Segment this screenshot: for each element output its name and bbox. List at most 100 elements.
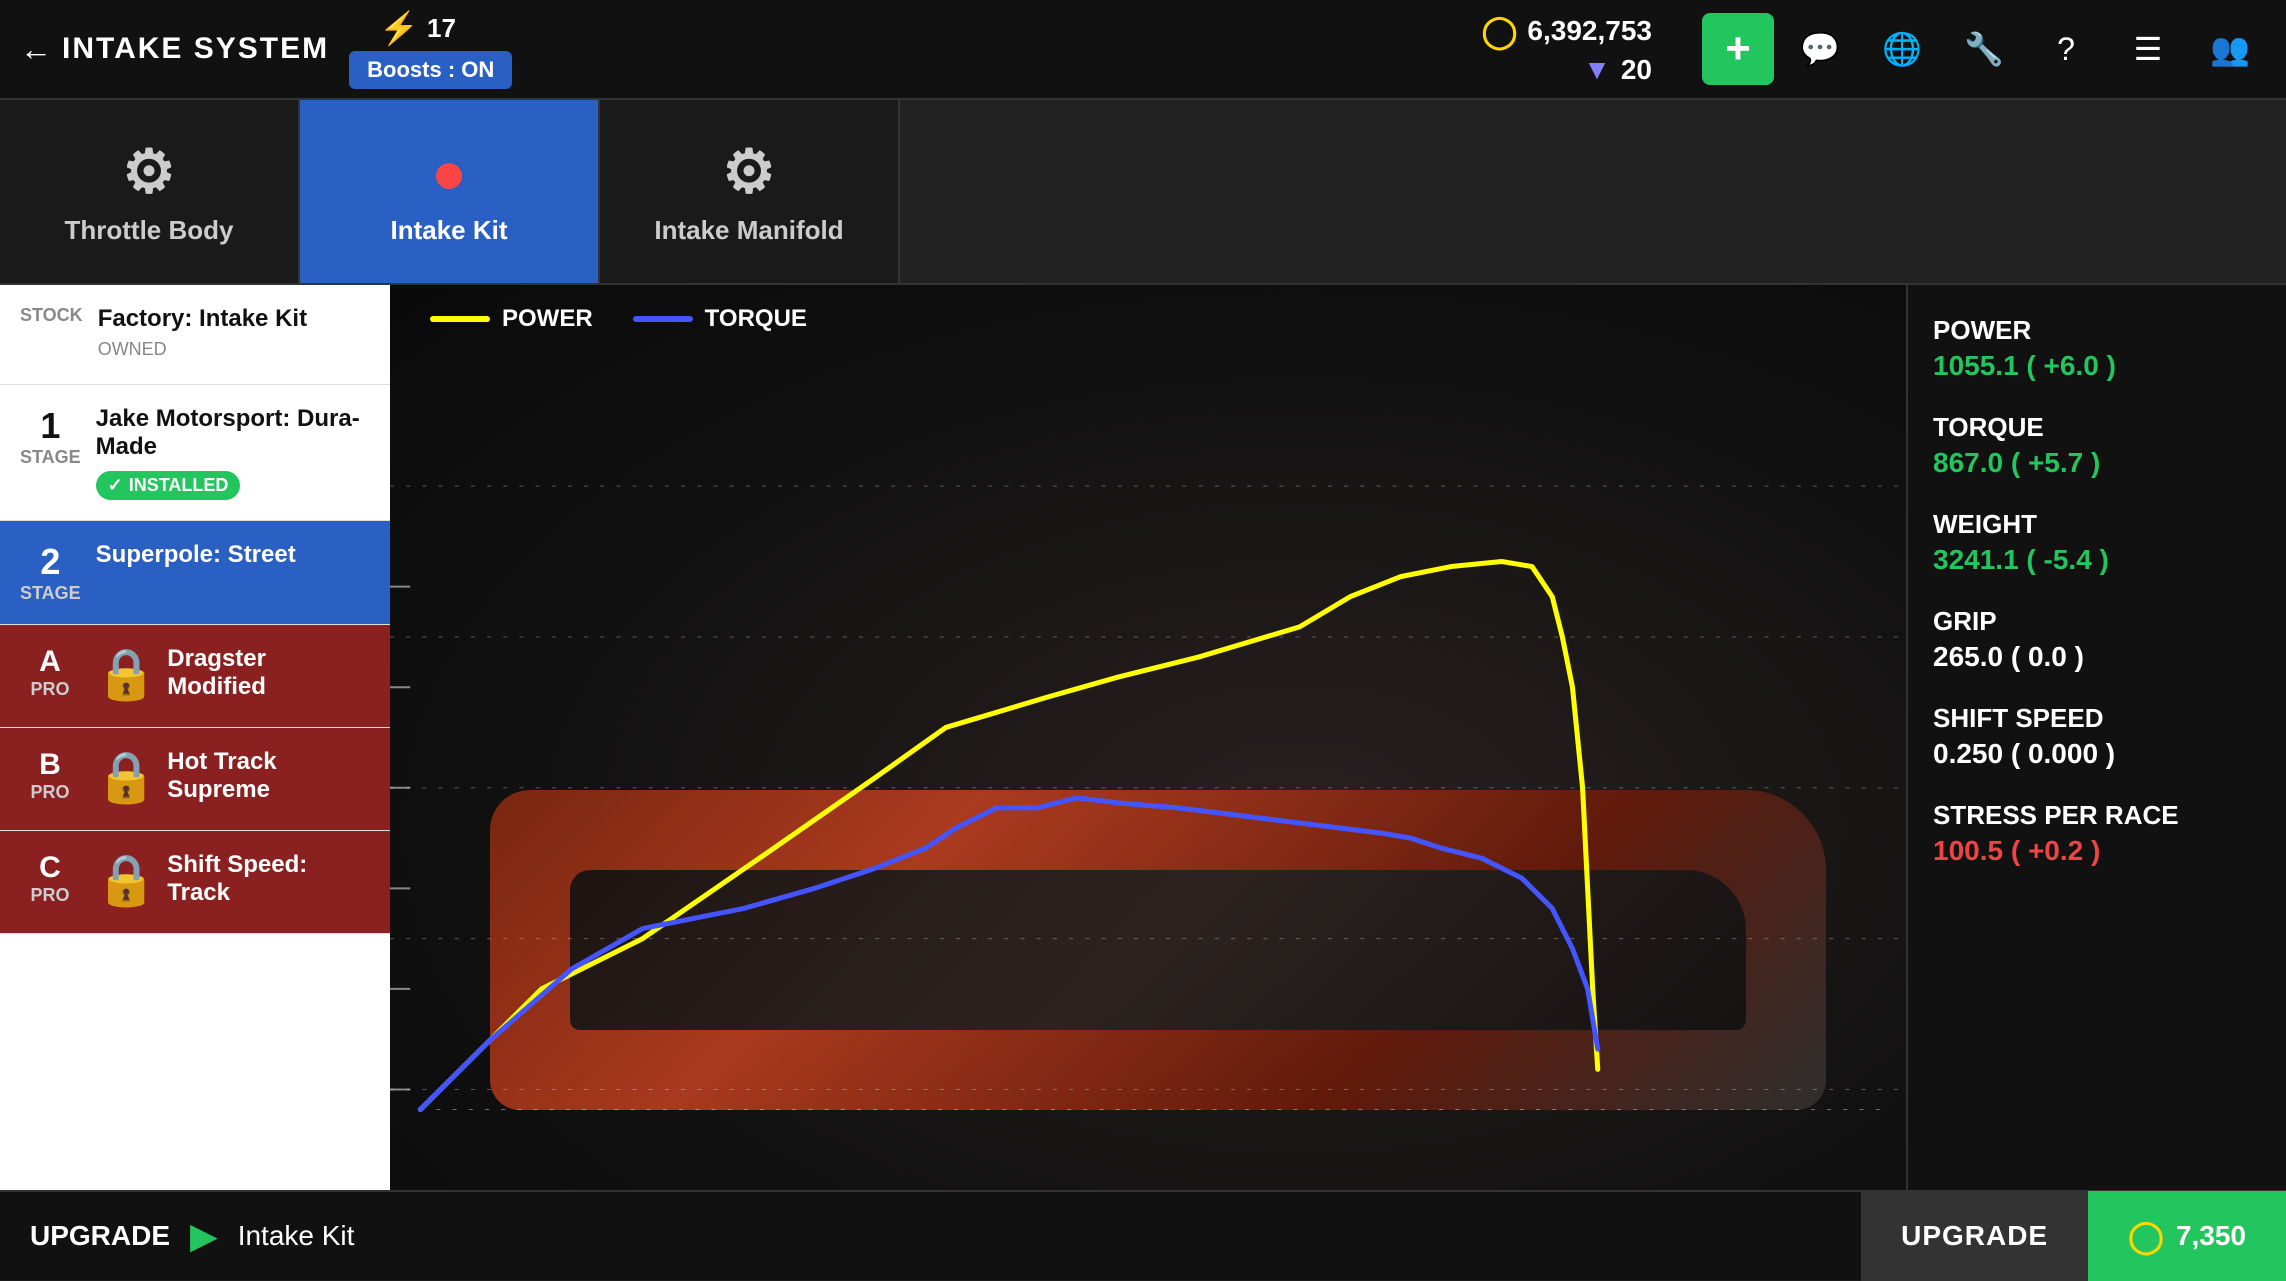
- torque-line-legend: [633, 316, 693, 322]
- throttle-body-label: Throttle Body: [65, 215, 234, 246]
- top-icons: + 💬 🌐 🔧 ? ☰ 👥: [1702, 13, 2266, 85]
- gem-row: ▼ 20: [1583, 54, 1652, 86]
- chat-button[interactable]: 💬: [1784, 13, 1856, 85]
- lightning-icon: ⚡: [379, 9, 419, 47]
- item-info-stage2: Superpole: Street: [96, 541, 370, 575]
- coin-amount: 6,392,753: [1527, 15, 1652, 47]
- back-arrow-icon: ←: [20, 31, 52, 68]
- torque-label: TORQUE: [705, 305, 807, 333]
- stage-badge-1: 1 STAGE: [20, 405, 81, 468]
- stat-weight: WEIGHT 3241.1 ( -5.4 ): [1933, 509, 2261, 576]
- part-tabs: ⚙ Throttle Body ● Intake Kit ⚙ Intake Ma…: [0, 100, 2286, 285]
- bottom-right: UPGRADE ◯ 7,350: [1861, 1191, 2286, 1281]
- main-content: STOCK Factory: Intake Kit OWNED 1 STAGE …: [0, 285, 2286, 1190]
- coin-row: ◯ 6,392,753: [1482, 12, 1652, 50]
- stat-torque-label: TORQUE: [1933, 412, 2261, 443]
- add-button[interactable]: +: [1702, 13, 1774, 85]
- question-button[interactable]: ?: [2030, 13, 2102, 85]
- intake-kit-label: Intake Kit: [390, 215, 507, 246]
- upgrade-item-pro-b[interactable]: B PRO 🔒 Hot Track Supreme: [0, 728, 390, 831]
- throttle-body-icon: ⚙: [122, 137, 176, 207]
- stage-badge-2: 2 STAGE: [20, 541, 81, 604]
- wrench-button[interactable]: 🔧: [1948, 13, 2020, 85]
- item-name-stage2: Superpole: Street: [96, 541, 370, 569]
- legend-power: POWER: [430, 305, 593, 333]
- menu-button[interactable]: ☰: [2112, 13, 2184, 85]
- currency-area: ◯ 6,392,753 ▼ 20: [1482, 12, 1652, 86]
- cost-button[interactable]: ◯ 7,350: [2088, 1191, 2286, 1281]
- left-panel: STOCK Factory: Intake Kit OWNED 1 STAGE …: [0, 285, 390, 1190]
- tab-throttle-body[interactable]: ⚙ Throttle Body: [0, 100, 300, 283]
- stat-stress-label: STRESS PER RACE: [1933, 800, 2261, 831]
- power-line-legend: [430, 316, 490, 322]
- lock-icon-c: 🔒: [95, 851, 157, 910]
- lightning-count: 17: [427, 13, 456, 44]
- upgrade-item-stock[interactable]: STOCK Factory: Intake Kit OWNED: [0, 285, 390, 385]
- globe-button[interactable]: 🌐: [1866, 13, 1938, 85]
- tab-intake-manifold[interactable]: ⚙ Intake Manifold: [600, 100, 900, 283]
- stat-grip-label: GRIP: [1933, 606, 2261, 637]
- stat-stress-value: 100.5 ( +0.2 ): [1933, 835, 2261, 867]
- item-name-stage1: Jake Motorsport: Dura-Made: [96, 405, 370, 461]
- stage-badge-a: A PRO: [20, 645, 80, 700]
- stat-weight-value: 3241.1 ( -5.4 ): [1933, 544, 2261, 576]
- stat-stress: STRESS PER RACE 100.5 ( +0.2 ): [1933, 800, 2261, 867]
- graph-legend: POWER TORQUE: [430, 305, 807, 333]
- intake-manifold-icon: ⚙: [722, 137, 776, 207]
- coin-icon: ◯: [1482, 12, 1518, 50]
- stage-badge-c: C PRO: [20, 851, 80, 906]
- gem-amount: 20: [1621, 54, 1652, 86]
- check-icon: ✓: [108, 475, 123, 496]
- stat-power: POWER 1055.1 ( +6.0 ): [1933, 315, 2261, 382]
- stat-power-value: 1055.1 ( +6.0 ): [1933, 350, 2261, 382]
- upgrade-item-pro-a[interactable]: A PRO 🔒 Dragster Modified: [0, 625, 390, 728]
- upgrade-item-label: Intake Kit: [238, 1220, 355, 1252]
- cost-amount: 7,350: [2176, 1220, 2246, 1252]
- gem-icon: ▼: [1583, 54, 1611, 86]
- boost-badge[interactable]: Boosts : ON: [349, 51, 512, 89]
- item-info-pro-c: Shift Speed: Track: [167, 851, 370, 913]
- back-button[interactable]: ← INTAKE SYSTEM: [20, 31, 329, 68]
- legend-torque: TORQUE: [633, 305, 807, 333]
- stage-badge-stock: STOCK: [20, 305, 83, 326]
- installed-badge: ✓ INSTALLED: [96, 471, 241, 500]
- cost-coin-icon: ◯: [2128, 1217, 2164, 1255]
- upgrade-item-pro-c[interactable]: C PRO 🔒 Shift Speed: Track: [0, 831, 390, 934]
- right-panel: POWER 1055.1 ( +6.0 ) TORQUE 867.0 ( +5.…: [1906, 285, 2286, 1190]
- stat-power-label: POWER: [1933, 315, 2261, 346]
- item-info-pro-b: Hot Track Supreme: [167, 748, 370, 810]
- item-info-pro-a: Dragster Modified: [167, 645, 370, 707]
- stage-badge-b: B PRO: [20, 748, 80, 803]
- center-panel: POWER TORQUE: [390, 285, 1906, 1190]
- stat-torque-value: 867.0 ( +5.7 ): [1933, 447, 2261, 479]
- upgrade-button[interactable]: UPGRADE: [1861, 1191, 2088, 1281]
- stat-weight-label: WEIGHT: [1933, 509, 2261, 540]
- stat-torque: TORQUE 867.0 ( +5.7 ): [1933, 412, 2261, 479]
- stat-shift-speed-label: SHIFT SPEED: [1933, 703, 2261, 734]
- item-info-stage1: Jake Motorsport: Dura-Made ✓ INSTALLED: [96, 405, 370, 500]
- item-info-stock: Factory: Intake Kit OWNED: [98, 305, 370, 360]
- top-bar: ← INTAKE SYSTEM ⚡ 17 Boosts : ON ◯ 6,392…: [0, 0, 2286, 100]
- stat-grip: GRIP 265.0 ( 0.0 ): [1933, 606, 2261, 673]
- intake-manifold-label: Intake Manifold: [654, 215, 843, 246]
- lightning-badge: ⚡ 17: [379, 9, 456, 47]
- intake-kit-icon: ●: [431, 138, 467, 207]
- item-name-stock: Factory: Intake Kit: [98, 305, 370, 333]
- tab-intake-kit[interactable]: ● Intake Kit: [300, 100, 600, 283]
- stat-shift-speed: SHIFT SPEED 0.250 ( 0.000 ): [1933, 703, 2261, 770]
- item-name-pro-c: Shift Speed: Track: [167, 851, 370, 907]
- people-button[interactable]: 👥: [2194, 13, 2266, 85]
- upgrade-label: UPGRADE: [30, 1220, 170, 1252]
- graph-svg: [390, 285, 1906, 1190]
- lock-icon-b: 🔒: [95, 748, 157, 807]
- lock-icon-a: 🔒: [95, 645, 157, 704]
- upgrade-item-stage2[interactable]: 2 STAGE Superpole: Street: [0, 521, 390, 625]
- owned-badge: OWNED: [98, 339, 370, 360]
- power-label: POWER: [502, 305, 593, 333]
- upgrade-item-stage1[interactable]: 1 STAGE Jake Motorsport: Dura-Made ✓ INS…: [0, 385, 390, 521]
- item-name-pro-b: Hot Track Supreme: [167, 748, 370, 804]
- stat-grip-value: 265.0 ( 0.0 ): [1933, 641, 2261, 673]
- bottom-left: UPGRADE ▶ Intake Kit: [0, 1215, 1861, 1257]
- page-title: INTAKE SYSTEM: [62, 32, 329, 66]
- stat-shift-speed-value: 0.250 ( 0.000 ): [1933, 738, 2261, 770]
